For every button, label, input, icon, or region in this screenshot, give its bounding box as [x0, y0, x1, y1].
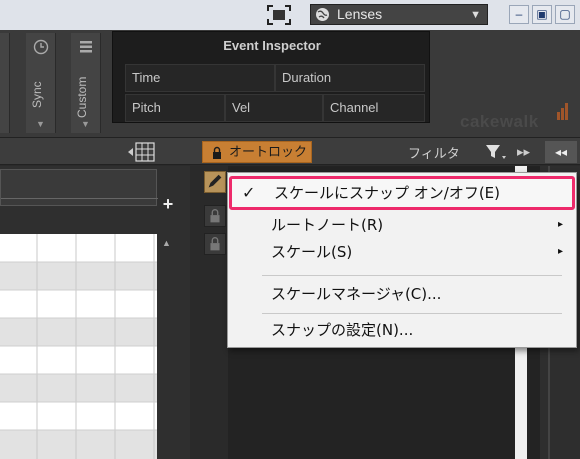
- window-title-bar: Lenses ▼ – ▣ ▢: [0, 0, 580, 30]
- pitch-field[interactable]: Pitch: [125, 94, 225, 122]
- ruler-line: [1, 198, 158, 199]
- scale-context-menu: ✓ スケールにスナップ オン/オフ(E) ルートノート(R) ▸ スケール(S)…: [227, 172, 577, 348]
- control-module-partial: [0, 33, 10, 133]
- lenses-dropdown[interactable]: Lenses ▼: [310, 4, 488, 25]
- lenses-label: Lenses: [337, 6, 383, 22]
- level-meter-icon: [557, 103, 568, 120]
- note-grid[interactable]: [0, 234, 157, 459]
- track-tools-strip: [190, 166, 228, 459]
- custom-label: Custom: [75, 76, 89, 118]
- filter-label: フィルタ: [408, 146, 460, 161]
- lock-icon: [210, 209, 220, 223]
- lock-icon: [213, 146, 221, 159]
- scroll-up-arrow[interactable]: ▲: [162, 238, 171, 248]
- focus-view-icon[interactable]: [267, 5, 291, 25]
- menu-item-scale[interactable]: スケール(S) ▸: [229, 237, 575, 267]
- track-lock-toggle[interactable]: [204, 205, 226, 227]
- control-bar: Sync ▼ Custom ▼ Event Inspector Time Dur…: [0, 30, 580, 137]
- chevron-down-icon: ▼: [470, 9, 481, 21]
- globe-icon: [316, 8, 329, 21]
- cakewalk-logo: cakewalk: [460, 112, 539, 131]
- custom-module[interactable]: Custom ▼: [71, 33, 101, 133]
- sync-module[interactable]: Sync ▼: [26, 33, 56, 133]
- duration-field[interactable]: Duration: [275, 64, 425, 92]
- submenu-arrow-icon: ▸: [558, 246, 564, 257]
- chevron-down-icon: ▼: [81, 119, 90, 129]
- expand-right-button[interactable]: ▸▸: [517, 144, 530, 160]
- add-track-button[interactable]: +: [158, 194, 178, 214]
- sync-label: Sync: [30, 81, 44, 109]
- autolock-label: オートロック: [229, 144, 308, 159]
- collapse-left-button[interactable]: ◂◂: [545, 141, 577, 163]
- filter-icon[interactable]: [485, 144, 507, 160]
- track-lock-toggle[interactable]: [204, 233, 226, 255]
- list-icon: [80, 41, 92, 53]
- lock-icon: [210, 237, 220, 251]
- piano-roll-toolbar: オートロック フィルタ ▸▸ ◂◂: [0, 137, 580, 165]
- event-inspector-title: Event Inspector: [223, 38, 321, 53]
- velocity-field[interactable]: Vel: [225, 94, 323, 122]
- chevron-down-icon: ▼: [36, 119, 45, 129]
- menu-separator: [262, 313, 562, 314]
- channel-field[interactable]: Channel: [323, 94, 425, 122]
- menu-item-label: スケール(S): [271, 243, 353, 261]
- minimize-button[interactable]: –: [509, 5, 529, 24]
- menu-item-label: スナップの設定(N)...: [271, 321, 414, 339]
- clock-icon: [33, 39, 49, 55]
- menu-item-scale-manager[interactable]: スケールマネージャ(C)...: [229, 279, 575, 309]
- menu-item-snap-settings[interactable]: スナップの設定(N)...: [229, 315, 575, 345]
- pencil-icon: [208, 174, 222, 188]
- menu-item-label: スケールマネージャ(C)...: [271, 285, 442, 303]
- pencil-tool-button[interactable]: [204, 171, 226, 193]
- menu-item-label: ルートノート(R): [271, 216, 384, 234]
- event-inspector: Event Inspector Time Duration Pitch Vel …: [112, 31, 430, 123]
- piano-roll-area: + ▲: [0, 166, 190, 459]
- timeline-ruler[interactable]: [0, 169, 158, 206]
- close-button[interactable]: ▢: [555, 5, 575, 24]
- restore-button[interactable]: ▣: [532, 5, 552, 24]
- menu-item-snap-to-scale[interactable]: ✓ スケールにスナップ オン/オフ(E): [229, 176, 575, 210]
- menu-separator: [262, 275, 562, 276]
- time-field[interactable]: Time: [125, 64, 275, 92]
- menu-item-label: スケールにスナップ オン/オフ(E): [274, 184, 501, 202]
- checkmark-icon: ✓: [242, 183, 256, 202]
- grid-toggle-icon[interactable]: [126, 142, 156, 162]
- autolock-button[interactable]: オートロック: [202, 141, 312, 163]
- submenu-arrow-icon: ▸: [558, 219, 564, 230]
- menu-item-root-note[interactable]: ルートノート(R) ▸: [229, 210, 575, 240]
